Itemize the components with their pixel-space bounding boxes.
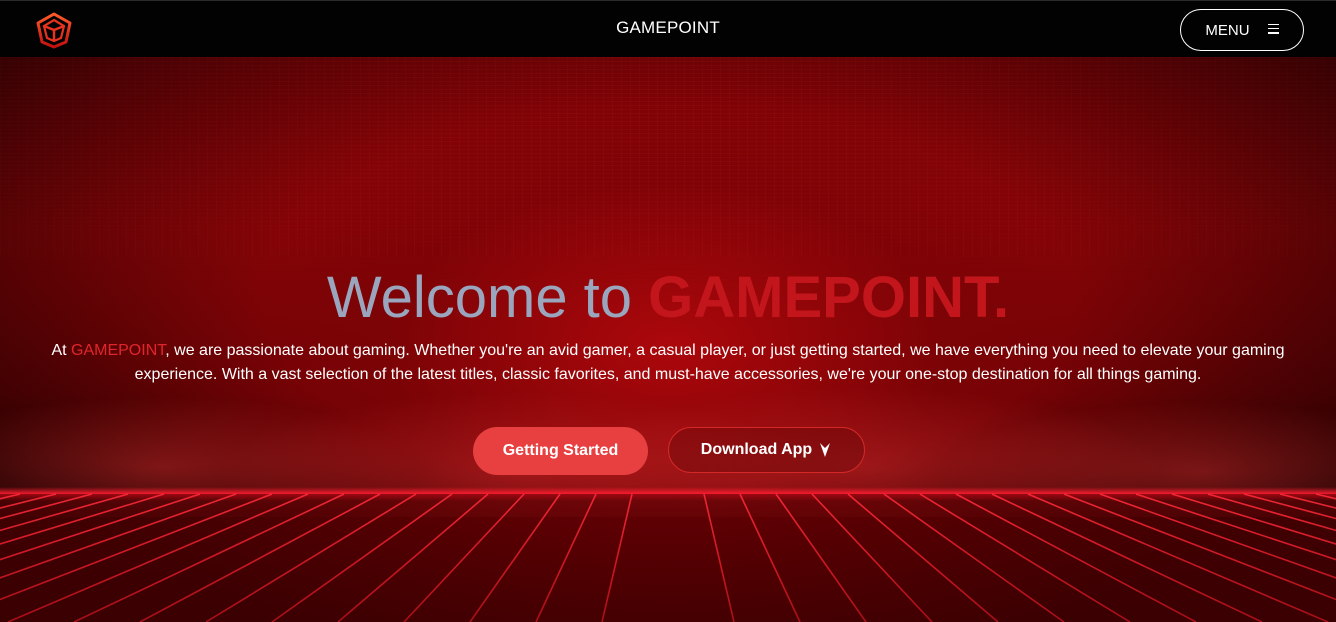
site-brand[interactable]: GAMEPOINT [0, 18, 1336, 38]
intro-brand: GAMEPOINT [71, 342, 166, 359]
intro-body: , we are passionate about gaming. Whethe… [134, 342, 1285, 383]
hero-title-prefix: Welcome to [326, 265, 649, 330]
hero-intro-text: At GAMEPOINT, we are passionate about ga… [45, 339, 1291, 387]
download-app-button[interactable]: Download App [668, 427, 865, 473]
hero-title: Welcome to GAMEPOINT. [0, 267, 1336, 329]
top-navbar: GAMEPOINT MENU [0, 0, 1336, 57]
menu-label: MENU [1205, 22, 1250, 39]
hamburger-icon [1267, 23, 1279, 34]
getting-started-button[interactable]: Getting Started [473, 427, 648, 475]
page: GAMEPOINT MENU Welcome to GAMEPOINT. At … [0, 0, 1336, 622]
menu-button[interactable]: MENU [1180, 9, 1304, 51]
intro-lead: At [51, 342, 72, 359]
hero-section: Welcome to GAMEPOINT. At GAMEPOINT, we a… [0, 57, 1336, 622]
hero-title-brand: GAMEPOINT. [648, 265, 1010, 330]
download-app-label: Download App [700, 441, 813, 458]
arrow-down-icon [820, 443, 831, 457]
